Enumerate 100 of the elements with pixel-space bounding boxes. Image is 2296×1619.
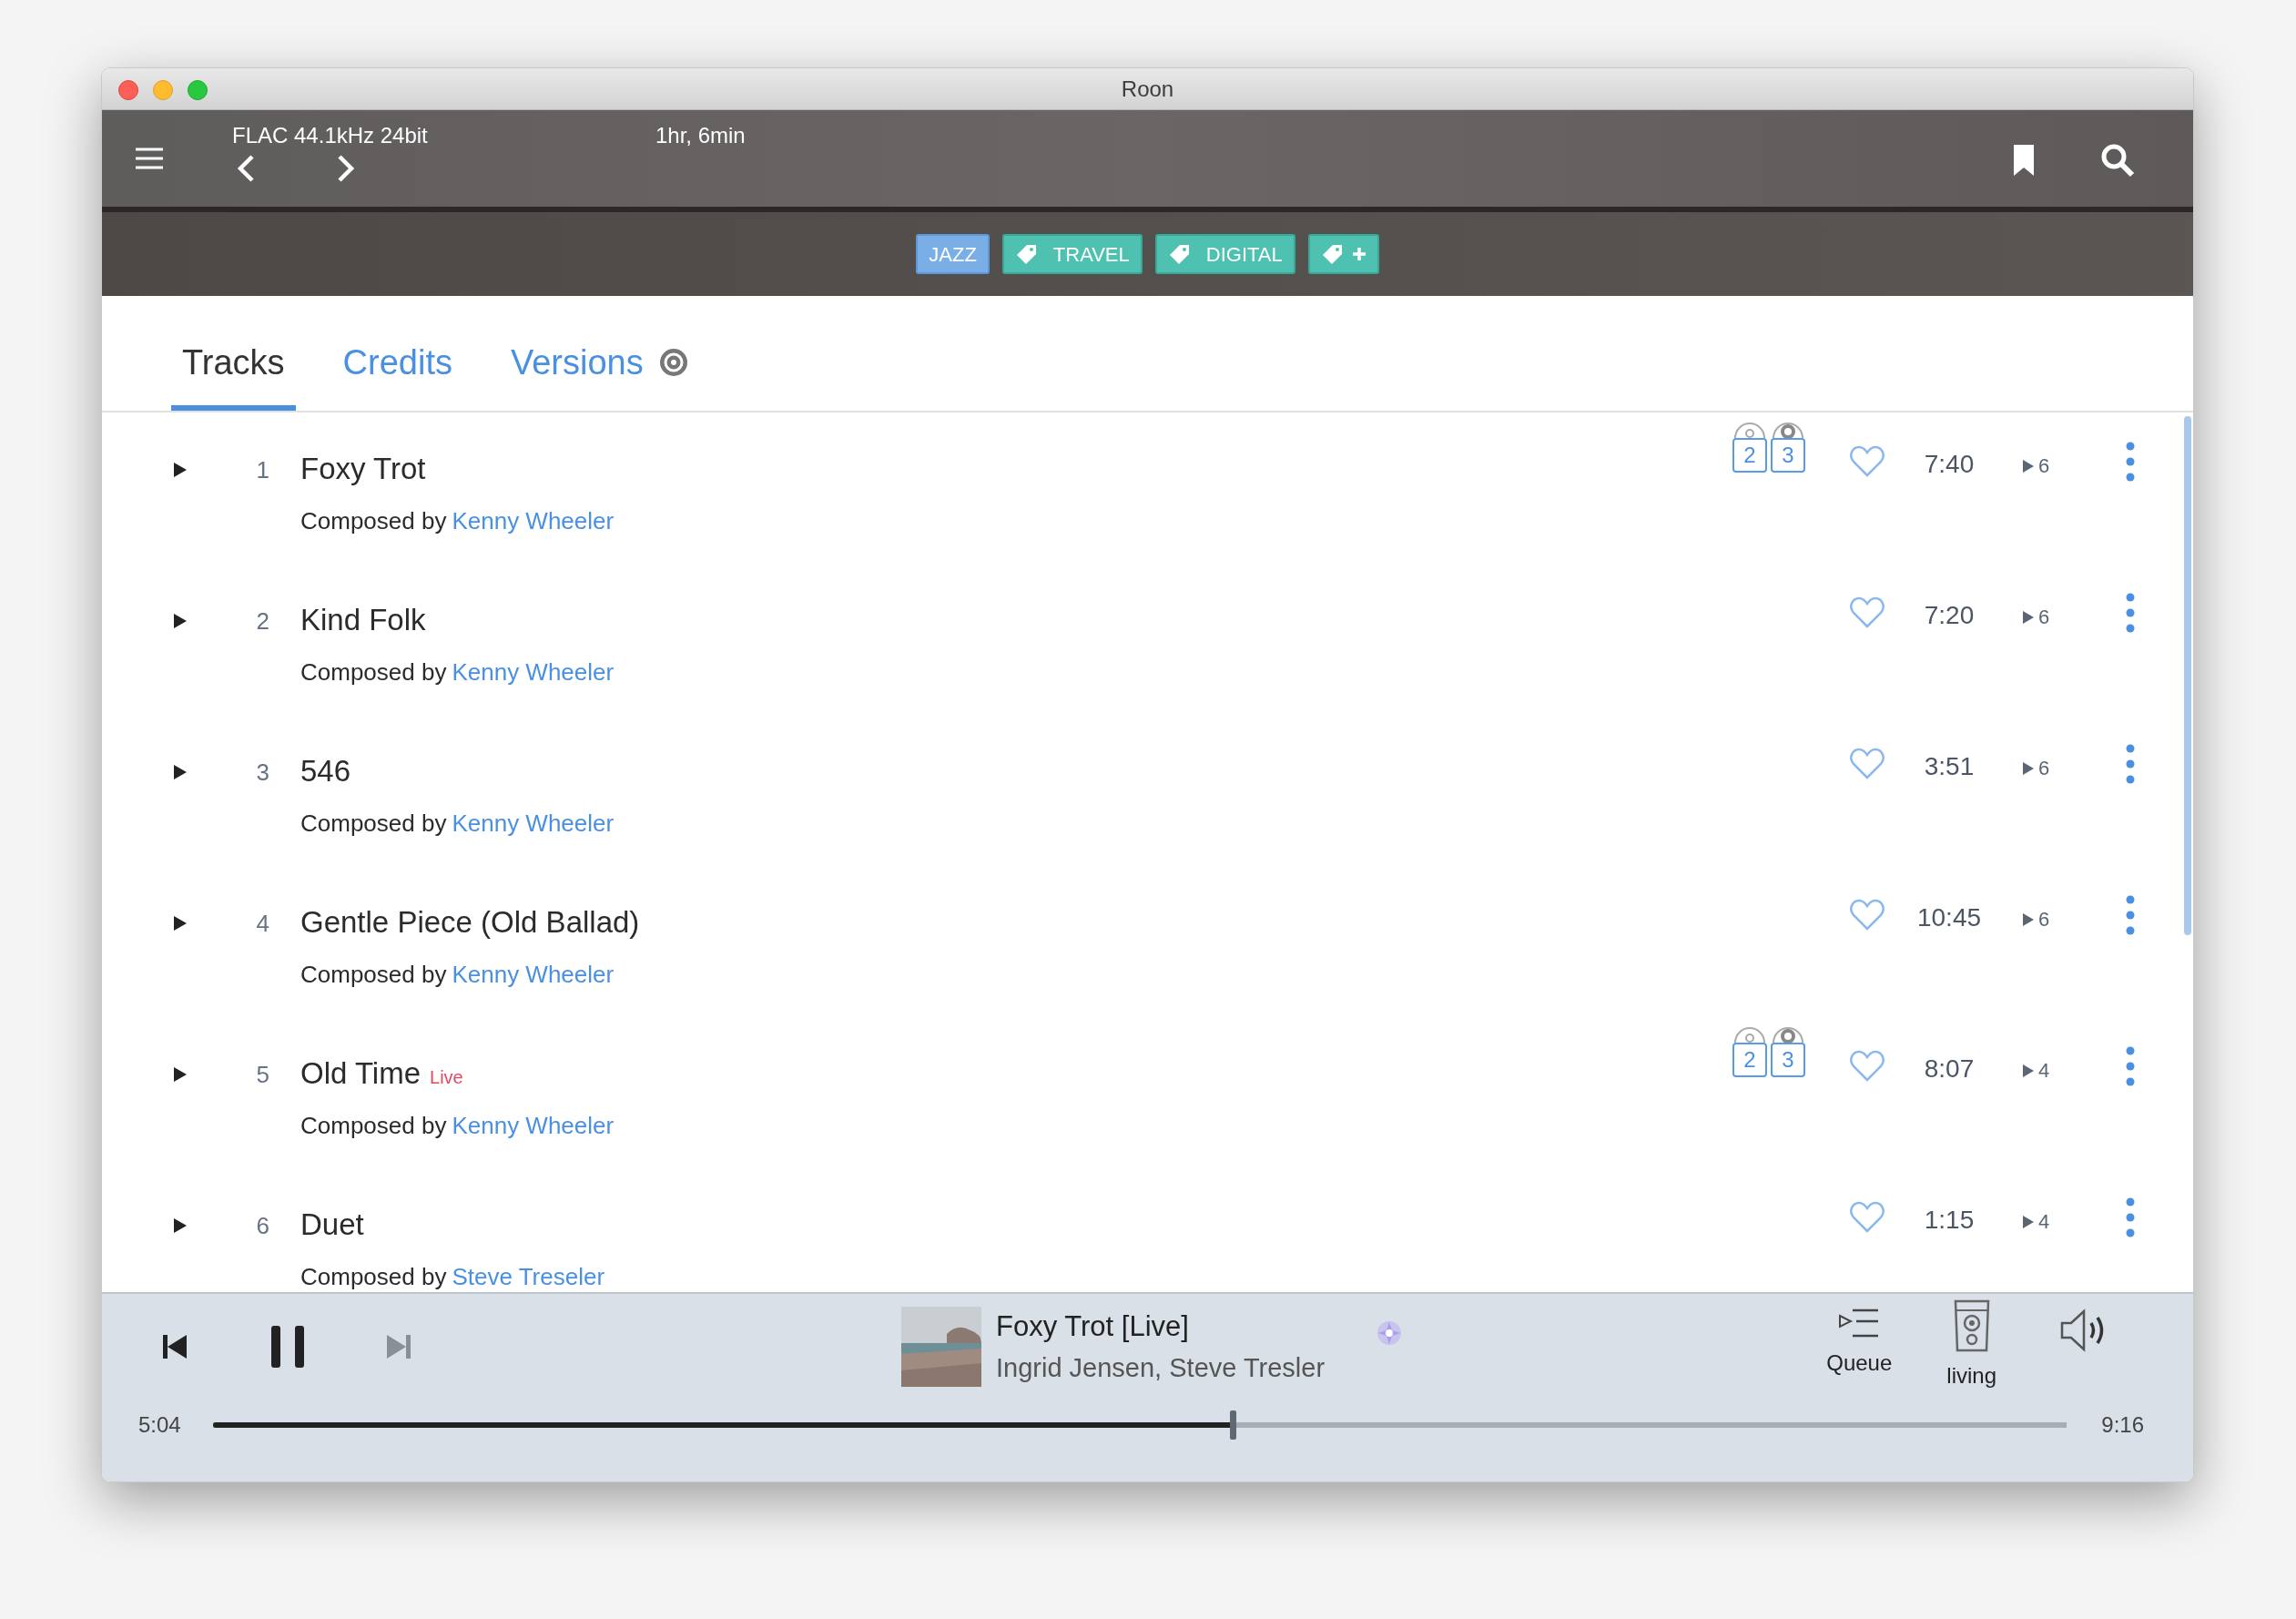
heart-icon[interactable] (1849, 899, 1885, 932)
heart-icon[interactable] (1849, 748, 1885, 780)
play-count: 6 (2038, 907, 2051, 932)
play-count-icon (2022, 1063, 2035, 1078)
track-number: 3 (255, 758, 269, 788)
tab[interactable]: Tracks (171, 320, 296, 411)
track-title[interactable]: Old Time (300, 1051, 422, 1096)
track-number: 6 (255, 1211, 269, 1241)
composer-link[interactable]: Kenny Wheeler (452, 806, 615, 841)
disc-icon (1733, 422, 1766, 438)
more-icon[interactable] (2126, 895, 2135, 935)
disc-icon (657, 347, 689, 378)
more-icon[interactable] (2126, 442, 2135, 482)
play-count: 6 (2038, 605, 2051, 630)
live-label: Live (430, 1066, 463, 1089)
disc-icon (1733, 1026, 1766, 1043)
play-icon[interactable] (173, 613, 188, 629)
composer-link[interactable]: Kenny Wheeler (452, 655, 615, 690)
tag-chip[interactable]: DIGITAL (1154, 234, 1295, 274)
tab[interactable]: Versions (499, 320, 700, 411)
tag-chip[interactable]: TRAVEL (1001, 234, 1143, 274)
composer-link[interactable]: Kenny Wheeler (452, 957, 615, 993)
track-duration: 1:15 (1923, 1205, 1976, 1236)
queue-icon (1838, 1308, 1881, 1339)
track-title[interactable]: Kind Folk (300, 597, 426, 643)
total-time: 9:16 (2101, 1411, 2144, 1439)
sparkle-icon[interactable] (1376, 1319, 1404, 1347)
play-icon[interactable] (173, 915, 188, 932)
play-count: 6 (2038, 756, 2051, 781)
heart-icon[interactable] (1849, 1201, 1885, 1234)
track-duration: 7:40 (1923, 449, 1976, 480)
play-count-icon (2022, 760, 2035, 776)
version-count[interactable]: 3 (1771, 1043, 1805, 1077)
track-number: 2 (255, 606, 269, 636)
play-count-icon (2022, 911, 2035, 927)
previous-icon[interactable] (162, 1333, 188, 1360)
more-icon[interactable] (2126, 744, 2135, 784)
play-icon[interactable] (173, 1066, 188, 1083)
play-icon[interactable] (173, 1217, 188, 1234)
track-number: 4 (255, 909, 269, 939)
track-duration: 7:20 (1923, 600, 1976, 631)
composer-label: Composed by (300, 960, 447, 990)
play-count-icon (2022, 1214, 2035, 1229)
bookmark-icon[interactable] (2013, 144, 2035, 177)
disc-icon (1772, 1026, 1804, 1043)
play-count-icon (2022, 458, 2035, 473)
play-count: 6 (2038, 453, 2051, 479)
play-icon[interactable] (173, 462, 188, 478)
add-tag-button[interactable] (1307, 234, 1379, 274)
play-count: 4 (2038, 1209, 2051, 1235)
more-icon[interactable] (2126, 1197, 2135, 1237)
zoom-button[interactable] (188, 80, 208, 100)
track-title[interactable]: Gentle Piece (Old Ballad) (300, 900, 640, 945)
progress-thumb[interactable] (1229, 1410, 1236, 1440)
tab[interactable]: Credits (331, 320, 463, 411)
composer-label: Composed by (300, 1111, 447, 1141)
more-icon[interactable] (2126, 1046, 2135, 1086)
forward-icon[interactable] (336, 154, 356, 183)
menu-icon[interactable] (135, 147, 164, 170)
queue-button[interactable]: Queue (1826, 1308, 1893, 1380)
heart-icon[interactable] (1849, 1050, 1885, 1083)
version-count[interactable]: 2 (1732, 438, 1767, 473)
version-count[interactable]: 2 (1732, 1043, 1767, 1077)
close-button[interactable] (118, 80, 138, 100)
composer-label: Composed by (300, 657, 447, 687)
composer-label: Composed by (300, 809, 447, 839)
plus-icon (1351, 247, 1366, 261)
track-title[interactable]: Duet (300, 1202, 364, 1247)
track-number: 1 (255, 455, 269, 485)
composer-link[interactable]: Kenny Wheeler (452, 504, 615, 539)
track-duration: 3:51 (1923, 751, 1976, 782)
more-icon[interactable] (2126, 593, 2135, 633)
track-number: 5 (255, 1060, 269, 1090)
disc-icon (1772, 422, 1804, 438)
track-title[interactable]: 546 (300, 748, 351, 794)
play-icon[interactable] (173, 764, 188, 780)
composer-label: Composed by (300, 1262, 447, 1292)
genre-tag[interactable]: JAZZ (916, 234, 990, 274)
composer-link[interactable]: Kenny Wheeler (452, 1108, 615, 1144)
zone-button[interactable]: living (1946, 1296, 1996, 1392)
duration-label: 1hr, 6min (655, 122, 746, 149)
track-duration: 10:45 (1915, 902, 1983, 933)
heart-icon[interactable] (1849, 596, 1885, 629)
track-title[interactable]: Foxy Trot (300, 446, 426, 492)
now-playing-title[interactable]: Foxy Trot [Live] (996, 1306, 1326, 1349)
play-count: 4 (2038, 1058, 2051, 1084)
minimize-button[interactable] (153, 80, 173, 100)
elapsed-time: 5:04 (138, 1411, 182, 1439)
composer-link[interactable]: Steve Treseler (452, 1259, 605, 1292)
format-label: FLAC 44.1kHz 24bit (232, 122, 429, 149)
search-icon[interactable] (2100, 143, 2135, 178)
heart-icon[interactable] (1849, 445, 1885, 478)
now-playing-artists[interactable]: Ingrid Jensen, Steve Tresler (996, 1348, 1326, 1388)
composer-label: Composed by (300, 506, 447, 536)
scrollbar[interactable] (2184, 416, 2191, 935)
version-count[interactable]: 3 (1771, 438, 1805, 473)
window-title: Roon (1121, 75, 1174, 103)
play-count-icon (2022, 609, 2035, 625)
pause-icon[interactable] (269, 1324, 306, 1370)
back-icon[interactable] (236, 154, 256, 183)
